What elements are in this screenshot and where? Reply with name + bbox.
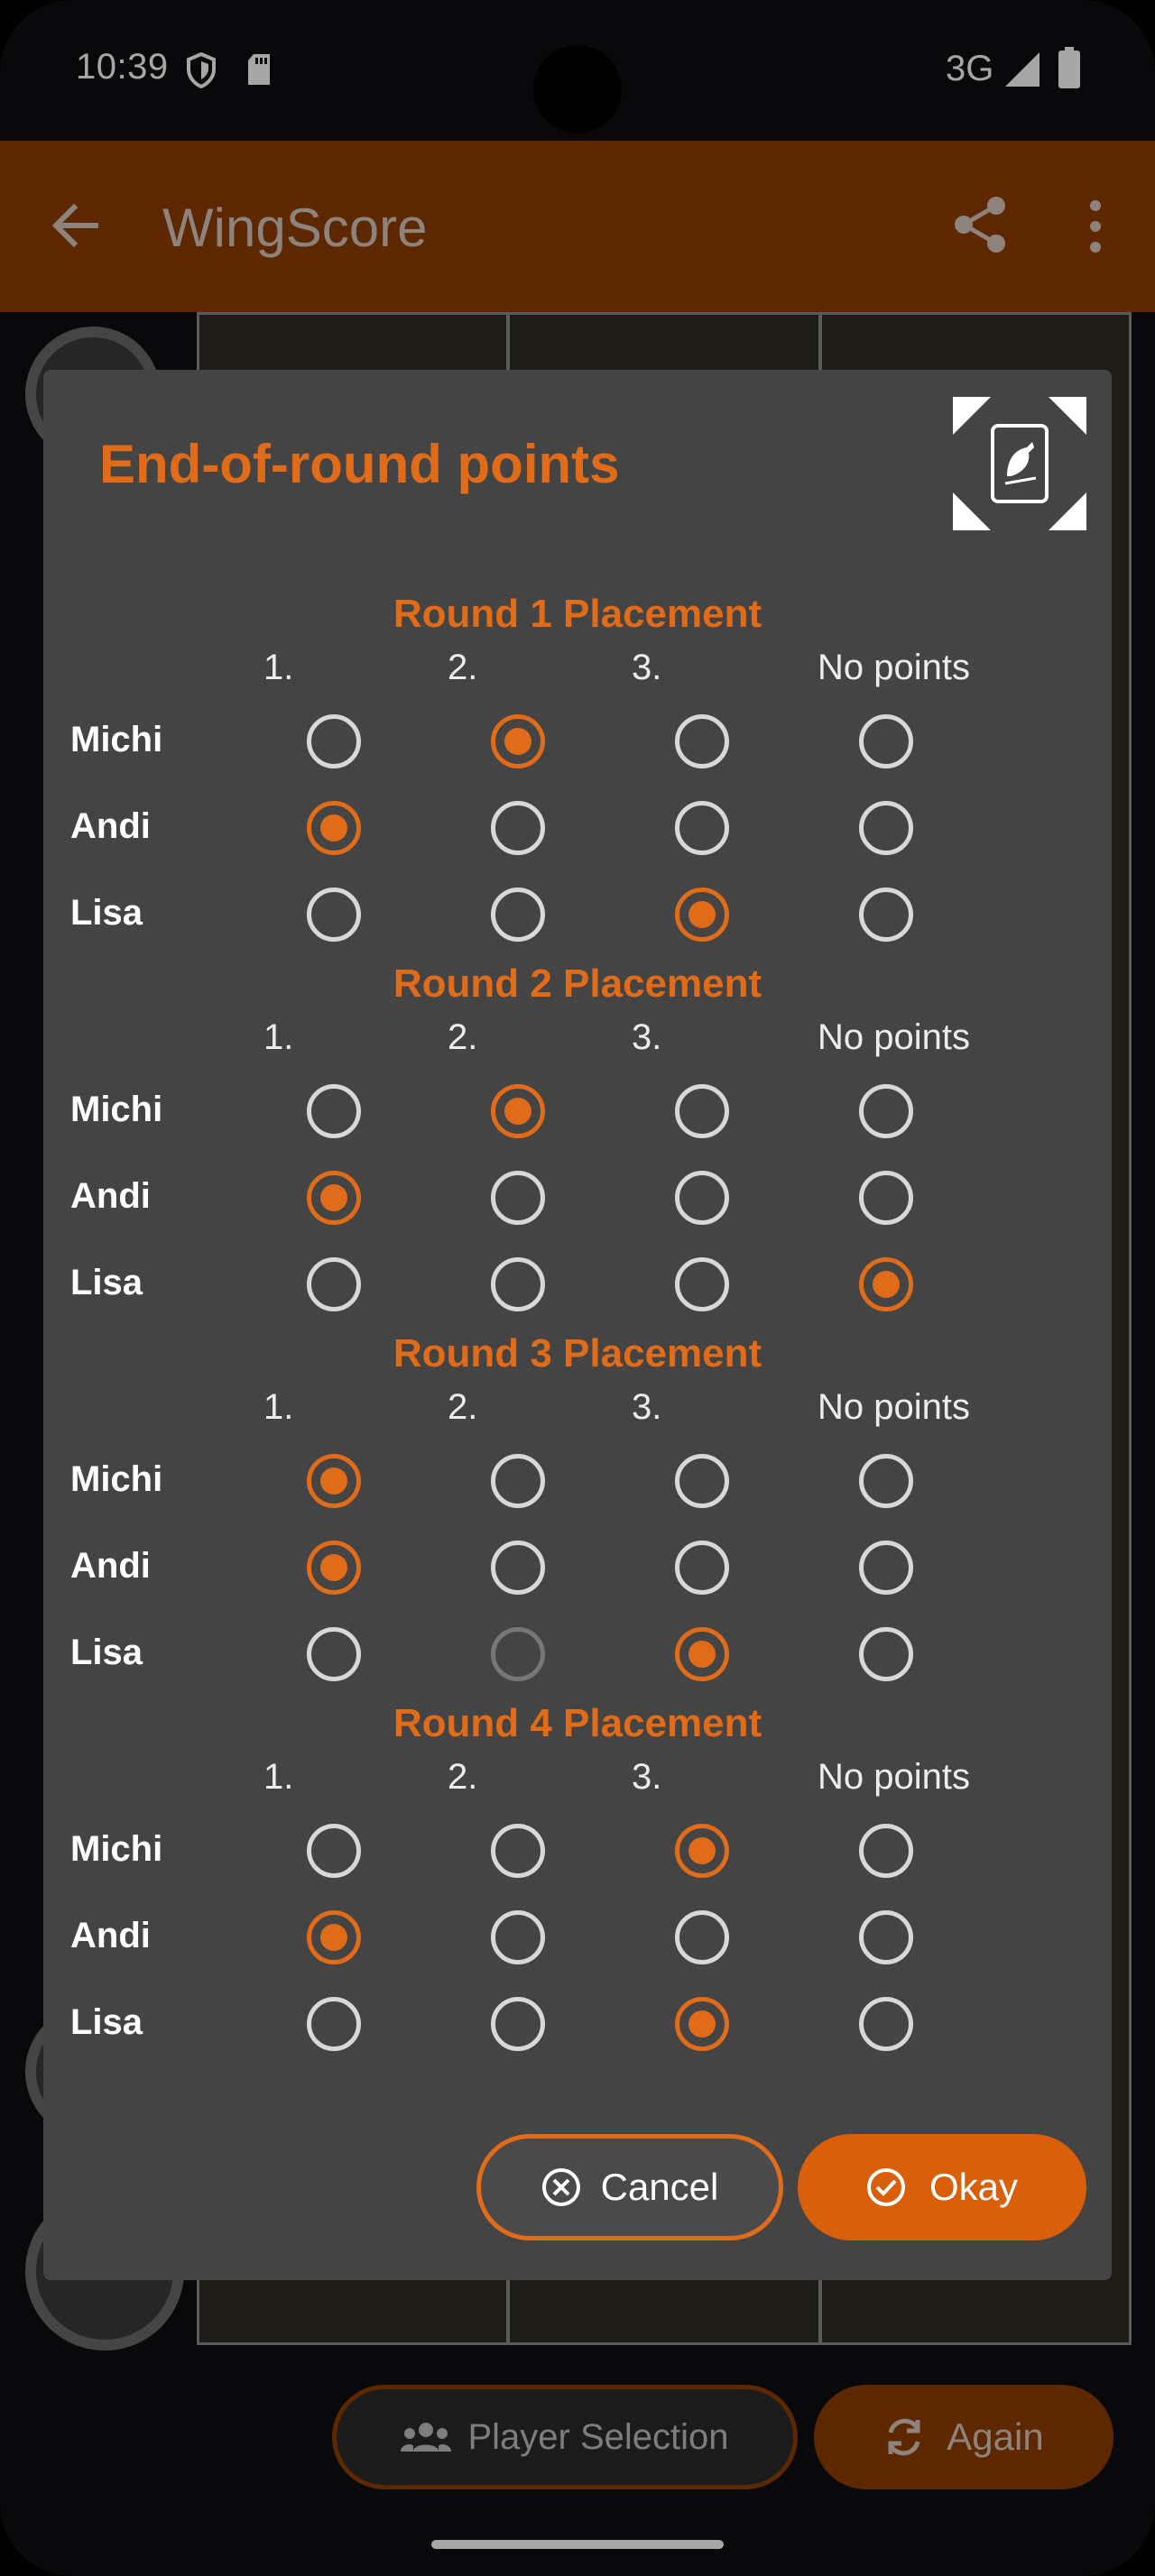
- placement-radio[interactable]: [307, 714, 361, 768]
- round-title: Round 3 Placement: [393, 1331, 762, 1375]
- placement-radio[interactable]: [859, 1997, 913, 2051]
- placement-radio[interactable]: [491, 1997, 545, 2051]
- player-name: Michi: [70, 720, 163, 759]
- placement-radio[interactable]: [675, 1627, 729, 1681]
- placement-radio[interactable]: [491, 801, 545, 855]
- cancel-circle-icon: [541, 2168, 580, 2206]
- column-header: 1.: [263, 1387, 294, 1427]
- column-header: No points: [818, 1017, 970, 1057]
- round-title: Round 4 Placement: [393, 1701, 762, 1745]
- placement-radio[interactable]: [859, 1084, 913, 1138]
- placement-radio[interactable]: [491, 888, 545, 942]
- placement-radio[interactable]: [859, 1454, 913, 1508]
- expand-card-icon[interactable]: [951, 395, 1088, 532]
- column-header: 3.: [632, 1757, 662, 1797]
- column-header: No points: [818, 1387, 970, 1427]
- placement-radio[interactable]: [859, 1257, 913, 1311]
- column-header: No points: [818, 648, 970, 687]
- player-name: Andi: [70, 806, 151, 846]
- column-header: 1.: [263, 1017, 294, 1057]
- placement-radio[interactable]: [859, 1171, 913, 1225]
- dialog-title: End-of-round points: [99, 434, 620, 494]
- placement-radio[interactable]: [491, 1454, 545, 1508]
- placement-radio[interactable]: [675, 1084, 729, 1138]
- placement-radio[interactable]: [675, 1997, 729, 2051]
- placement-radio[interactable]: [491, 1627, 545, 1681]
- player-name: Andi: [70, 1916, 151, 1955]
- placement-radio[interactable]: [307, 1084, 361, 1138]
- placement-radio[interactable]: [491, 1541, 545, 1595]
- column-header: 1.: [263, 648, 294, 687]
- cancel-button[interactable]: Cancel: [476, 2134, 783, 2240]
- column-header: 2.: [448, 648, 478, 687]
- column-header: 2.: [448, 1757, 478, 1797]
- placement-radio[interactable]: [675, 1910, 729, 1964]
- placement-radio[interactable]: [675, 1257, 729, 1311]
- player-name: Lisa: [70, 893, 143, 933]
- placement-radio[interactable]: [675, 801, 729, 855]
- placement-radio[interactable]: [491, 1257, 545, 1311]
- placement-radio[interactable]: [859, 801, 913, 855]
- phone-screen: 10:39 3G WingScore Player Selection Agai…: [0, 0, 1155, 2576]
- placement-radio[interactable]: [491, 1171, 545, 1225]
- placement-radio[interactable]: [675, 714, 729, 768]
- player-name: Lisa: [70, 1263, 143, 1302]
- column-header: 3.: [632, 1017, 662, 1057]
- placement-radio[interactable]: [859, 1627, 913, 1681]
- placement-radio[interactable]: [491, 1084, 545, 1138]
- placement-radio[interactable]: [307, 1910, 361, 1964]
- placement-radio[interactable]: [307, 801, 361, 855]
- placement-radio[interactable]: [859, 888, 913, 942]
- placement-radio[interactable]: [859, 1541, 913, 1595]
- player-name: Michi: [70, 1090, 163, 1129]
- player-name: Andi: [70, 1176, 151, 1216]
- cancel-label: Cancel: [600, 2166, 719, 2208]
- placement-radio[interactable]: [307, 1454, 361, 1508]
- round-title: Round 2 Placement: [393, 961, 762, 1006]
- column-header: 3.: [632, 1387, 662, 1427]
- placement-radio[interactable]: [307, 1541, 361, 1595]
- player-name: Michi: [70, 1459, 163, 1499]
- player-name: Lisa: [70, 1633, 143, 1672]
- placement-radio[interactable]: [307, 1171, 361, 1225]
- end-of-round-dialog: End-of-round points Round 1 Placement 1. 2…: [43, 370, 1112, 2280]
- column-header: 1.: [263, 1757, 294, 1797]
- player-name: Andi: [70, 1546, 151, 1586]
- placement-radio[interactable]: [675, 1171, 729, 1225]
- column-header: 3.: [632, 648, 662, 687]
- placement-radio[interactable]: [859, 1824, 913, 1878]
- placement-radio[interactable]: [307, 1997, 361, 2051]
- placement-radio[interactable]: [307, 1824, 361, 1878]
- column-header: 2.: [448, 1017, 478, 1057]
- column-header: No points: [818, 1757, 970, 1797]
- okay-label: Okay: [929, 2166, 1019, 2208]
- placement-radio[interactable]: [675, 1454, 729, 1508]
- column-header: 2.: [448, 1387, 478, 1427]
- player-name: Lisa: [70, 2002, 143, 2042]
- placement-radio[interactable]: [675, 888, 729, 942]
- placement-radio[interactable]: [859, 714, 913, 768]
- placement-radio[interactable]: [675, 1824, 729, 1878]
- placement-radio[interactable]: [675, 1541, 729, 1595]
- placement-radio[interactable]: [491, 714, 545, 768]
- check-circle-icon: [866, 2168, 905, 2206]
- placement-radio[interactable]: [491, 1824, 545, 1878]
- placement-radio[interactable]: [859, 1910, 913, 1964]
- placement-radio[interactable]: [491, 1910, 545, 1964]
- okay-button[interactable]: Okay: [798, 2134, 1086, 2240]
- placement-radio[interactable]: [307, 888, 361, 942]
- placement-radio[interactable]: [307, 1627, 361, 1681]
- round-title: Round 1 Placement: [393, 592, 762, 636]
- player-name: Michi: [70, 1829, 163, 1869]
- placement-radio[interactable]: [307, 1257, 361, 1311]
